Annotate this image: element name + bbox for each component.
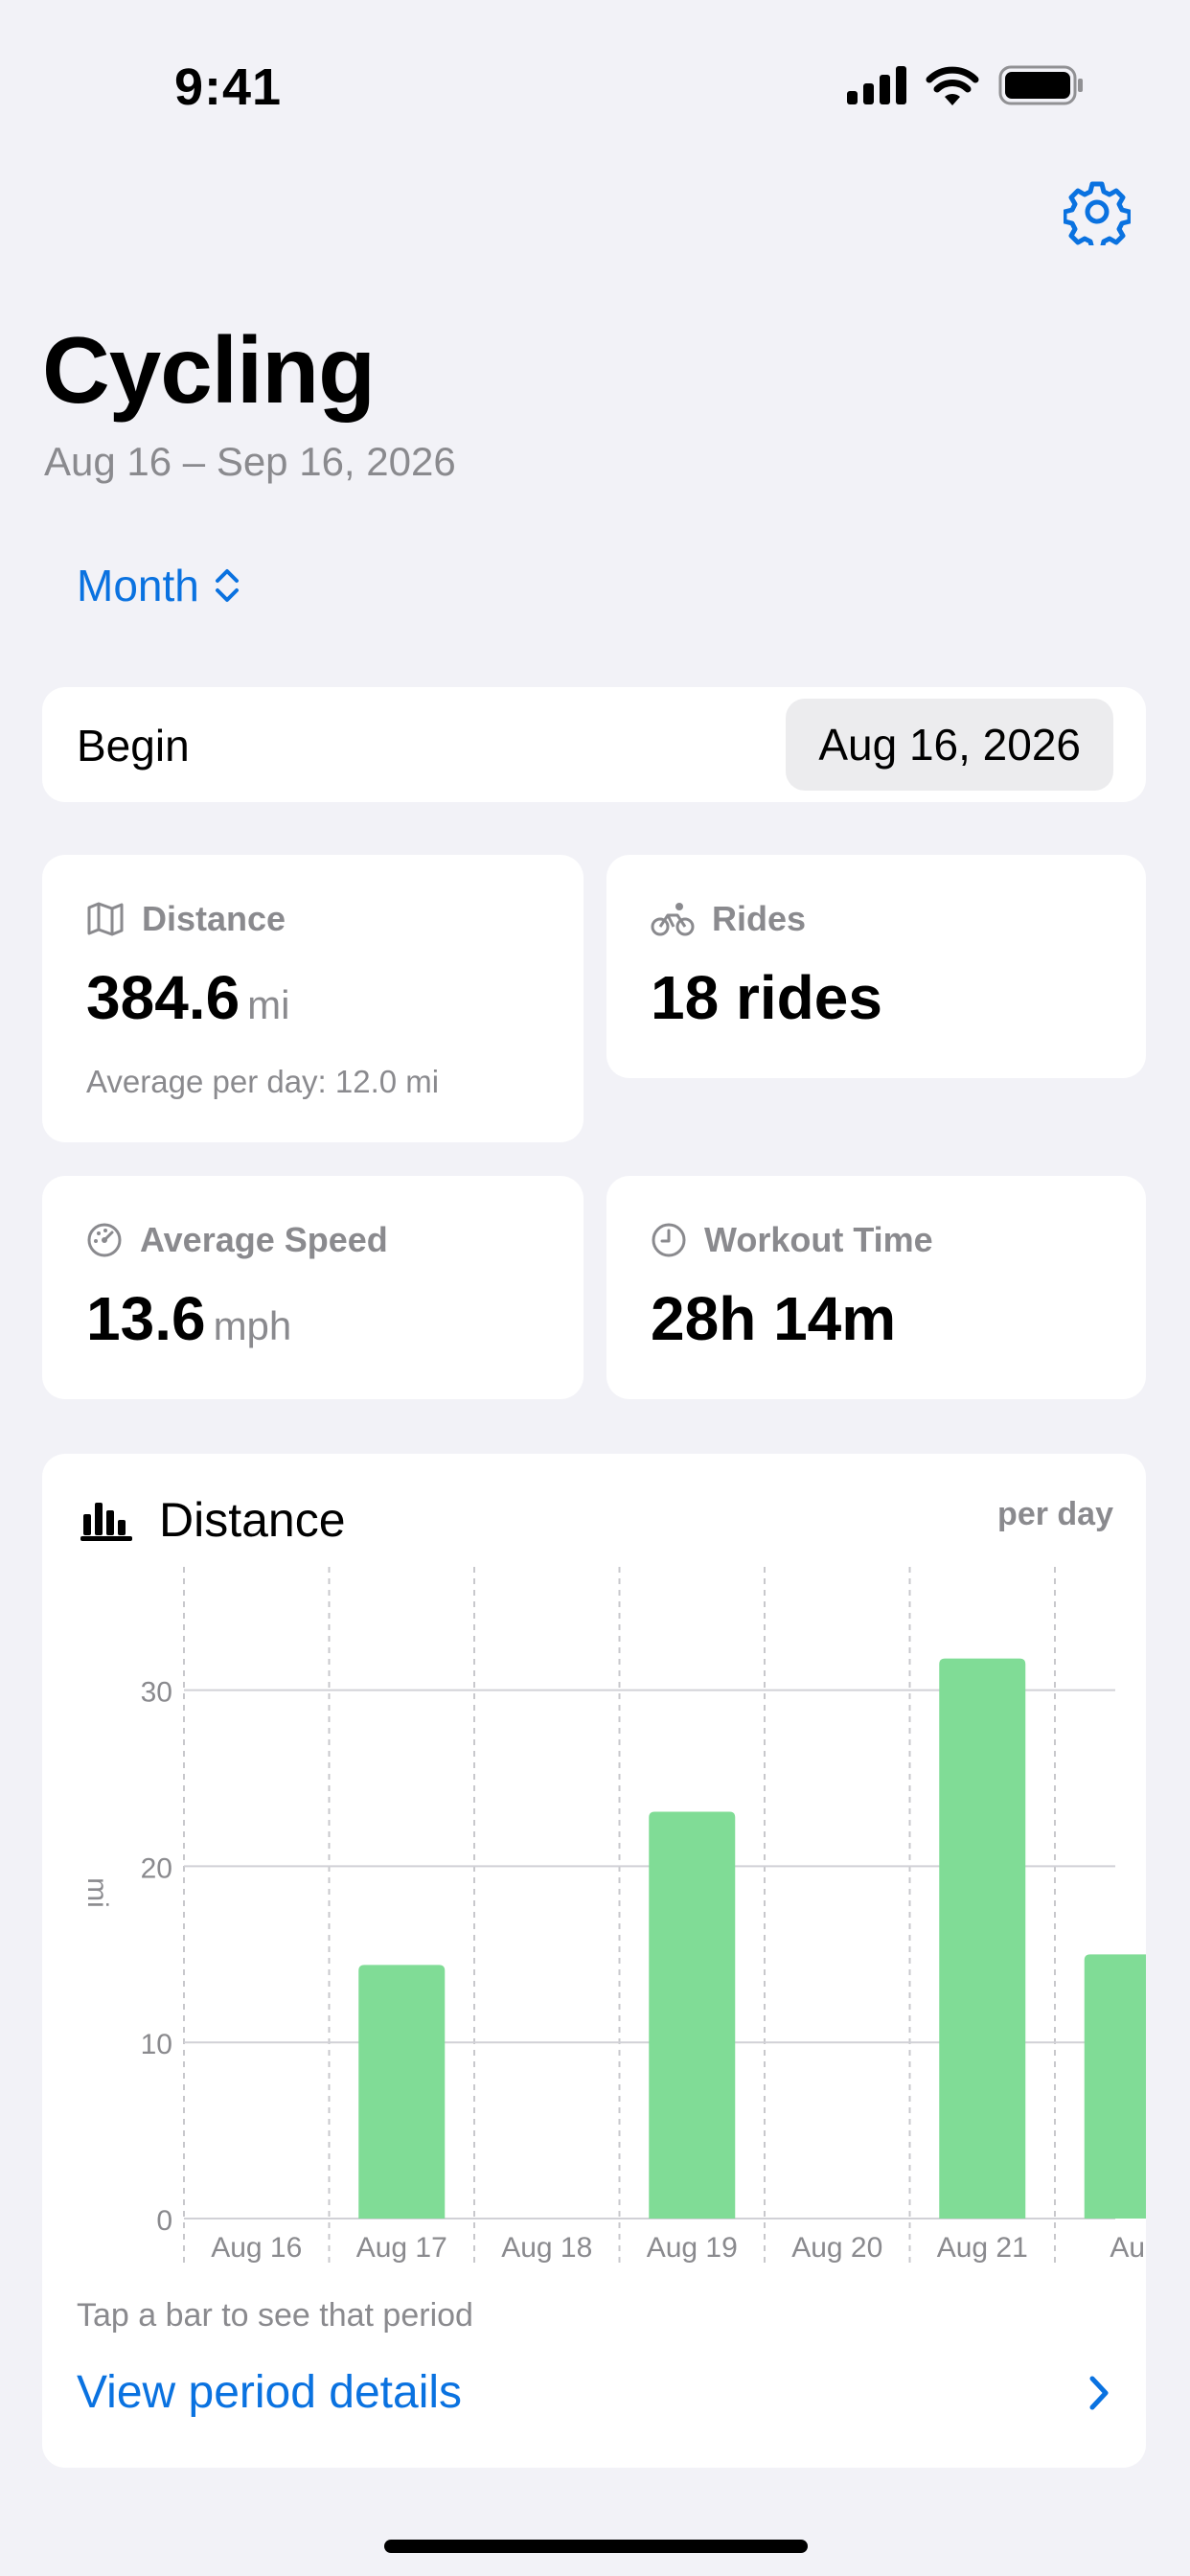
- y-tick-label: 10: [141, 2029, 172, 2060]
- speed-label: Average Speed: [140, 1220, 388, 1259]
- begin-row: Begin Aug 16, 2026: [42, 687, 1146, 802]
- x-tick-label: Aug 17: [356, 2232, 447, 2264]
- distance-chart-card: Distance per day 0 10 20 30 mi Aug 16 Aug 17 Au…: [42, 1454, 1146, 2468]
- distance-value-row: 384.6 mi: [86, 962, 289, 1033]
- chart-bar: [1084, 1954, 1146, 2219]
- chevron-up-down-icon: [215, 569, 239, 602]
- y-tick-label: 20: [141, 1852, 172, 1884]
- begin-label: Begin: [77, 721, 190, 770]
- chevron-right-icon[interactable]: [1085, 2374, 1113, 2412]
- distance-card[interactable]: Distance 384.6 mi Average per day: 12.0 m…: [42, 855, 584, 1142]
- rides-value: 18 rides: [651, 963, 882, 1032]
- cellular-signal-icon: [847, 66, 906, 104]
- chart-bar: [649, 1811, 736, 2219]
- workout-label: Workout Time: [704, 1220, 933, 1259]
- distance-label: Distance: [142, 899, 286, 938]
- y-tick-label: 0: [156, 2205, 172, 2237]
- x-tick-label: Aug 18: [501, 2232, 592, 2264]
- period-selector[interactable]: Month: [77, 560, 241, 611]
- x-tick-label: Au: [1110, 2232, 1145, 2264]
- speed-unit: mph: [213, 1303, 292, 1348]
- workout-value: 28h 14m: [651, 1284, 897, 1353]
- rides-label-row: Rides: [651, 899, 806, 939]
- speed-label-row: Average Speed: [86, 1220, 388, 1260]
- map-icon: [87, 902, 124, 936]
- x-tick-label: Aug 16: [211, 2232, 302, 2264]
- begin-date-picker[interactable]: Aug 16, 2026: [786, 699, 1113, 791]
- chart-bar: [939, 1658, 1026, 2219]
- wifi-icon: [926, 66, 979, 105]
- average-speed-card[interactable]: Average Speed 13.6 mph: [42, 1176, 584, 1399]
- y-axis-label: mi: [81, 1877, 113, 1908]
- bicycle-icon: [651, 903, 695, 936]
- page-title: Cycling: [42, 317, 376, 423]
- workout-label-row: Workout Time: [651, 1220, 933, 1260]
- home-indicator: [384, 2540, 808, 2553]
- x-tick-label: Aug 20: [791, 2232, 882, 2264]
- x-tick-label: Aug 19: [647, 2232, 738, 2264]
- x-tick-label: Aug 21: [937, 2232, 1028, 2264]
- speed-value: 13.6: [86, 1284, 206, 1353]
- view-period-details-link[interactable]: View period details: [77, 2366, 462, 2419]
- distance-unit: mi: [247, 982, 290, 1027]
- chart-hint: Tap a bar to see that period: [77, 2297, 473, 2334]
- distance-average: Average per day: 12.0 mi: [86, 1064, 440, 1099]
- y-tick-label: 30: [141, 1677, 172, 1709]
- chart-bar: [358, 1965, 446, 2219]
- clock-icon: [652, 1223, 686, 1257]
- speed-value-row: 13.6 mph: [86, 1283, 291, 1354]
- battery-icon: [998, 65, 1083, 105]
- status-icons: [847, 65, 1083, 105]
- period-selector-label: Month: [77, 561, 199, 610]
- status-time: 9:41: [174, 58, 283, 116]
- distance-value: 384.6: [86, 963, 240, 1032]
- rides-card[interactable]: Rides 18 rides: [606, 855, 1146, 1078]
- speedometer-icon: [87, 1223, 122, 1257]
- settings-gear-icon[interactable]: [1064, 178, 1131, 245]
- rides-label: Rides: [712, 899, 807, 938]
- distance-label-row: Distance: [86, 899, 286, 939]
- distance-bar-chart[interactable]: 0 10 20 30 mi Aug 16 Aug 17 Aug 18 Aug 19 Aug 20 A…: [42, 1454, 1146, 2288]
- workout-time-card[interactable]: Workout Time 28h 14m: [606, 1176, 1146, 1399]
- date-range: Aug 16 – Sep 16, 2026: [44, 439, 456, 484]
